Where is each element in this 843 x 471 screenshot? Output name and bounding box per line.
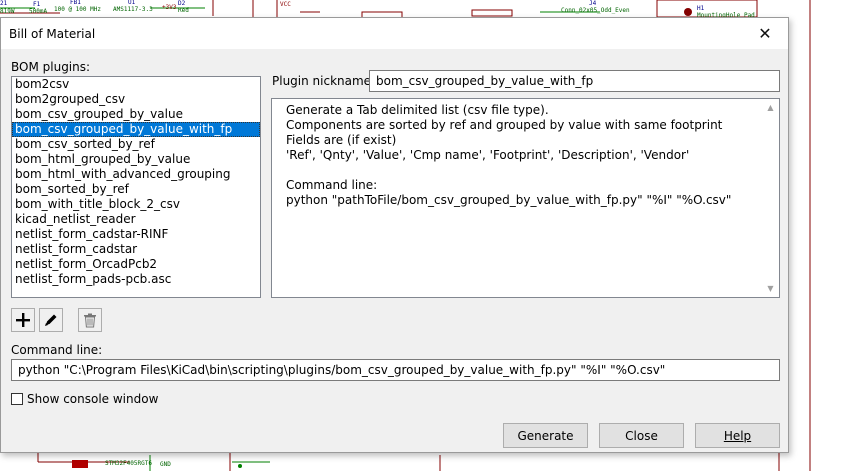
bom-dialog: Bill of Material ✕ BOM plugins: bom2csv b… [0, 17, 789, 453]
console-checkbox-row[interactable]: Show console window [11, 392, 158, 406]
plugin-list-item[interactable]: netlist_form_cadstar-RINF [12, 227, 260, 242]
plugin-list-item[interactable]: kicad_netlist_reader [12, 212, 260, 227]
close-button[interactable]: Close [599, 423, 684, 448]
edit-plugin-button[interactable] [39, 308, 63, 332]
plugin-list-item[interactable]: bom_with_title_block_2_csv [12, 197, 260, 212]
schematic-label: GND [160, 461, 171, 468]
scroll-down-icon[interactable]: ▼ [762, 280, 779, 297]
plugin-list-item[interactable]: bom2csv [12, 77, 260, 92]
description-scrollbar[interactable]: ▲ ▼ [762, 99, 779, 297]
dialog-title: Bill of Material [9, 27, 96, 41]
help-button[interactable]: Help [695, 423, 780, 448]
plugin-list-item[interactable]: bom_html_with_advanced_grouping [12, 167, 260, 182]
title-bar[interactable]: Bill of Material ✕ [1, 18, 788, 49]
command-line-input[interactable]: python "C:\Program Files\KiCad\bin\scrip… [11, 359, 780, 381]
nickname-label: Plugin nickname: [272, 74, 376, 88]
schematic-label: 100 @ 100 MHz [54, 6, 101, 13]
pencil-icon [45, 314, 57, 326]
plugin-list-item[interactable]: bom_html_grouped_by_value [12, 152, 260, 167]
schematic-label: Red [178, 7, 189, 14]
show-console-checkbox[interactable] [11, 393, 23, 405]
plugin-list-item[interactable]: bom_csv_grouped_by_value [12, 107, 260, 122]
generate-button[interactable]: Generate [503, 423, 588, 448]
schematic-label: 500mA [29, 8, 48, 15]
help-button-label: Help [723, 428, 752, 443]
plugin-list-item[interactable]: bom_sorted_by_ref [12, 182, 260, 197]
plugins-label: BOM plugins: [11, 60, 91, 74]
schematic-label: STM32F405RGT6 [105, 460, 152, 467]
plugin-list-item[interactable]: bom2grouped_csv [12, 92, 260, 107]
remove-plugin-button[interactable] [78, 308, 102, 332]
command-line-label: Command line: [11, 343, 103, 357]
plus-icon [16, 313, 30, 327]
plugin-list[interactable]: bom2csv bom2grouped_csv bom_csv_grouped_by… [11, 76, 261, 298]
close-icon[interactable]: ✕ [742, 18, 788, 49]
plugin-list-item[interactable]: netlist_form_OrcadPcb2 [12, 257, 260, 272]
trash-icon [84, 313, 96, 328]
scroll-up-icon[interactable]: ▲ [762, 99, 779, 116]
description-text: Generate a Tab delimited list (csv file … [286, 103, 732, 207]
plugin-list-item[interactable]: netlist_form_cadstar [12, 242, 260, 257]
schematic-label: 21 [0, 0, 8, 7]
schematic-label: AMS1117-3.3 [113, 6, 153, 13]
schematic-label: Conn_02x05_Odd_Even [561, 7, 630, 14]
plugin-list-item[interactable]: netlist_form_pads-pcb.asc [12, 272, 260, 287]
nickname-input[interactable]: bom_csv_grouped_by_value_with_fp [369, 70, 780, 92]
schematic-label: VCC [280, 1, 291, 8]
show-console-label[interactable]: Show console window [27, 392, 158, 406]
add-plugin-button[interactable] [11, 308, 35, 332]
plugin-description[interactable]: Generate a Tab delimited list (csv file … [271, 98, 780, 298]
schematic-label: +3V3 [162, 4, 177, 11]
plugin-list-item[interactable]: bom_csv_grouped_by_value_with_fp [12, 122, 260, 137]
plugin-list-item[interactable]: bom_csv_sorted_by_ref [12, 137, 260, 152]
schematic-label: 819W [0, 8, 15, 15]
